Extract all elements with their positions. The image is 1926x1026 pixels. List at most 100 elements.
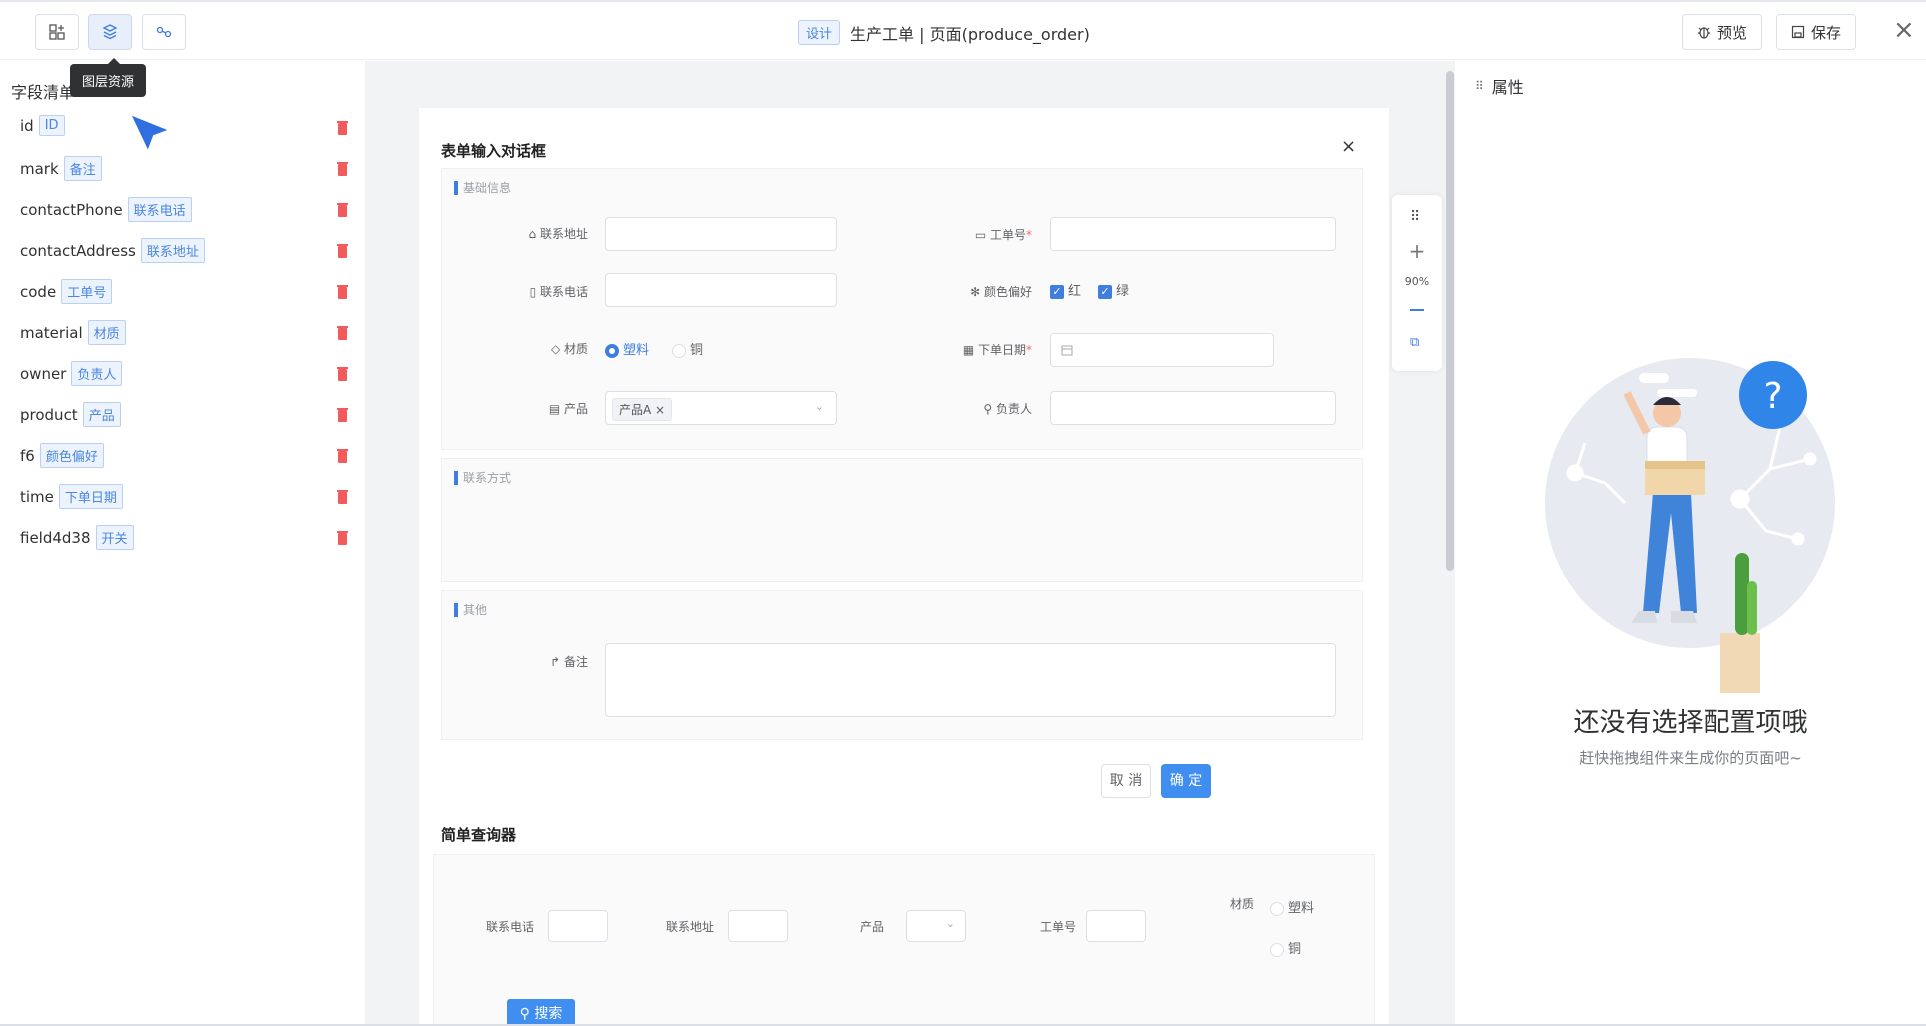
grid-plus-icon — [49, 24, 65, 40]
layers-icon — [102, 24, 118, 40]
remark-textarea[interactable] — [605, 643, 1336, 717]
color-option-red[interactable]: ✓ 红 — [1050, 280, 1081, 299]
close-icon[interactable]: × — [1893, 16, 1915, 44]
field-name: material — [20, 323, 83, 342]
field-label-tag: 材质 — [87, 320, 126, 345]
query-phone-label: 联系电话 — [486, 920, 535, 934]
phone-label: ▯ 联系电话 — [529, 285, 588, 299]
page-title-group: 设计 生产工单 | 页面(produce_order) — [798, 20, 1090, 45]
zoom-out-icon[interactable] — [1410, 309, 1424, 311]
section-title-contact: 联系方式 — [454, 471, 511, 485]
query-code-input[interactable] — [1086, 910, 1146, 942]
field-item[interactable]: material 材质 — [20, 320, 126, 345]
cancel-button[interactable]: 取 消 — [1101, 764, 1151, 798]
delete-icon[interactable] — [337, 490, 348, 504]
save-button[interactable]: 保存 — [1776, 14, 1857, 50]
zoom-in-icon[interactable]: + — [1392, 239, 1442, 263]
field-label-tag: 工单号 — [61, 279, 113, 304]
zoom-level: 90% — [1404, 275, 1430, 288]
query-material-plastic[interactable]: 塑料 — [1270, 897, 1314, 916]
preview-label: 预览 — [1717, 23, 1748, 42]
field-item[interactable]: time 下单日期 — [20, 484, 123, 509]
property-panel: ⠿ 属性 ? 还没有选择配置项哦 赶快拖拽组件来生成你的页面吧~ — [1455, 61, 1926, 1024]
delete-icon[interactable] — [337, 531, 348, 545]
field-name: id — [20, 116, 34, 135]
preview-button[interactable]: 预览 — [1682, 14, 1763, 50]
delete-icon[interactable] — [337, 162, 348, 176]
owner-input[interactable] — [1050, 391, 1336, 425]
query-address-input[interactable] — [728, 910, 788, 942]
empty-state-title: 还没有选择配置项哦 — [1573, 708, 1808, 738]
design-mode-badge: 设计 — [798, 20, 841, 45]
dialog-title: 表单输入对话框 — [441, 142, 547, 160]
phone-input[interactable] — [605, 273, 837, 307]
product-select[interactable]: 产品A × ⌄ — [605, 391, 837, 425]
material-option-plastic[interactable]: 塑料 — [605, 339, 649, 358]
field-item[interactable]: owner 负责人 — [20, 361, 123, 386]
fit-screen-icon[interactable]: ⧉ — [1410, 335, 1419, 350]
owner-label: ⚲ 负责人 — [983, 402, 1032, 416]
design-canvas: 表单输入对话框 × 基础信息 ⌂ 联系地址 ▭ 工单号* ▯ 联系电话 ✻ 颜色… — [419, 108, 1389, 1024]
date-picker[interactable] — [1050, 333, 1274, 367]
query-material-copper[interactable]: 铜 — [1270, 938, 1301, 957]
field-label-tag: 颜色偏好 — [39, 443, 104, 468]
calendar-icon — [1061, 345, 1073, 356]
save-label: 保存 — [1811, 23, 1842, 42]
delete-icon[interactable] — [337, 285, 348, 299]
app-root: 设计 生产工单 | 页面(produce_order) 预览 保存 × 字段清单… — [0, 0, 1926, 1026]
field-item[interactable]: f6 颜色偏好 — [20, 443, 104, 468]
field-name: f6 — [20, 446, 35, 465]
color-label: ✻ 颜色偏好 — [970, 285, 1032, 299]
empty-state-subtitle: 赶快拖拽组件来生成你的页面吧~ — [1579, 749, 1802, 767]
basic-info-section: 基础信息 ⌂ 联系地址 ▭ 工单号* ▯ 联系电话 ✻ 颜色偏好 ✓ 红 ✓ 绿 ◇… — [441, 168, 1363, 450]
delete-icon[interactable] — [337, 449, 348, 463]
field-name: owner — [20, 364, 67, 383]
top-toolbar: 设计 生产工单 | 页面(produce_order) 预览 保存 × — [0, 0, 1926, 60]
remark-label: ↱ 备注 — [550, 655, 588, 669]
code-input[interactable] — [1050, 217, 1336, 251]
product-label: ▤ 产品 — [548, 402, 588, 416]
delete-icon[interactable] — [337, 367, 348, 381]
color-option-green[interactable]: ✓ 绿 — [1098, 280, 1129, 299]
delete-icon[interactable] — [337, 408, 348, 422]
svg-text:?: ? — [1763, 376, 1782, 417]
field-name: time — [20, 487, 54, 506]
confirm-button[interactable]: 确 定 — [1161, 764, 1211, 798]
layers-tab-button[interactable] — [88, 14, 132, 50]
delete-icon[interactable] — [337, 326, 348, 340]
material-option-copper[interactable]: 铜 — [672, 339, 703, 358]
field-list-panel: 字段清单 id ID mark 备注 contactPhone 联系电话 contactAd… — [0, 61, 365, 1024]
product-selected-tag: 产品A × — [612, 398, 673, 421]
query-phone-input[interactable] — [548, 910, 608, 942]
delete-icon[interactable] — [337, 121, 348, 135]
grid-icon: ⠿ — [1475, 79, 1484, 93]
field-label-tag: ID — [38, 115, 65, 136]
field-item[interactable]: mark 备注 — [20, 156, 102, 181]
field-item[interactable]: contactAddress 联系地址 — [20, 238, 205, 263]
component-tab-button[interactable] — [35, 14, 79, 50]
field-item[interactable]: field4d38 开关 — [20, 525, 134, 550]
dialog-close-icon[interactable]: × — [1341, 136, 1356, 157]
field-item[interactable]: id ID — [20, 115, 65, 136]
grid-dots-icon[interactable]: ⠿ — [1410, 209, 1420, 225]
property-title: ⠿ 属性 — [1475, 78, 1524, 97]
datasource-tab-button[interactable] — [142, 14, 186, 50]
address-input[interactable] — [605, 217, 837, 251]
field-label-tag: 负责人 — [71, 361, 123, 386]
radio-empty-icon — [1270, 901, 1284, 916]
field-name: field4d38 — [20, 528, 91, 547]
field-name: contactAddress — [20, 241, 136, 260]
contact-section: 联系方式 — [441, 458, 1363, 582]
field-item[interactable]: code 工单号 — [20, 279, 113, 304]
field-list-title: 字段清单 — [11, 83, 76, 102]
search-button[interactable]: ⚲ 搜索 — [507, 999, 575, 1024]
delete-icon[interactable] — [337, 244, 348, 258]
field-item[interactable]: product 产品 — [20, 402, 121, 427]
other-section: 其他 ↱ 备注 — [441, 590, 1363, 740]
delete-icon[interactable] — [337, 203, 348, 217]
field-name: product — [20, 405, 78, 424]
canvas-scrollbar[interactable] — [1446, 71, 1454, 571]
query-product-select[interactable]: ⌄ — [906, 910, 966, 942]
field-item[interactable]: contactPhone 联系电话 — [20, 197, 192, 222]
field-label-tag: 备注 — [63, 156, 102, 181]
